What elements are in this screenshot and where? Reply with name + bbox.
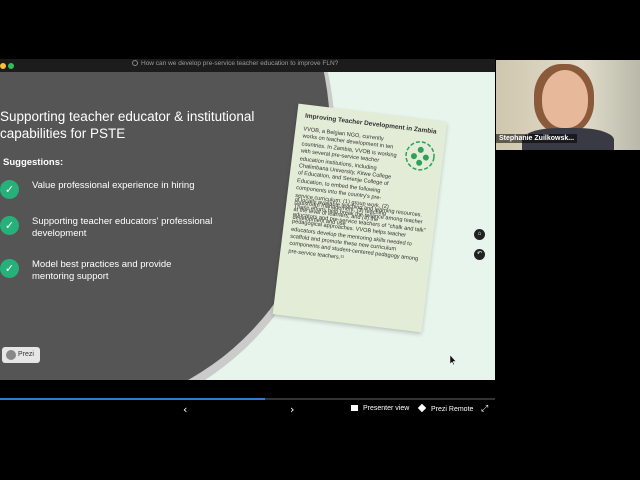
remote-icon <box>417 403 427 413</box>
presenter-view-label: Presenter view <box>363 405 410 412</box>
prezi-logo-icon <box>6 350 16 360</box>
check-icon: ✓ <box>0 259 19 278</box>
group-of-people-icon <box>405 141 435 171</box>
expand-icon[interactable]: ⤢ <box>481 404 488 414</box>
home-icon[interactable]: ⌂ <box>474 229 485 240</box>
prezi-badge-label: Prezi <box>18 351 34 358</box>
participant-name: Stephanie Zuilkowsk... <box>496 134 578 143</box>
progress-bar[interactable] <box>0 398 495 400</box>
webcam-person-face <box>542 70 588 128</box>
check-icon: ✓ <box>0 180 19 199</box>
suggestion-text: Model best practices and provide mentori… <box>32 259 172 282</box>
webcam-video: Stephanie Zuilkowsk... <box>496 60 640 150</box>
suggestions-label: Suggestions: <box>3 157 64 168</box>
presenter-view-button[interactable]: Presenter view <box>351 405 409 412</box>
progress-fill <box>0 398 265 400</box>
card-body-bottom: of locally available teaching and learni… <box>288 196 426 263</box>
presentation-controls: ‹ › Presenter view Prezi Remote ⤢ <box>0 401 495 420</box>
window-title-text: How can we develop pre-service teacher e… <box>141 60 339 67</box>
presenter-icon <box>351 405 358 411</box>
window-title: How can we develop pre-service teacher e… <box>132 60 338 67</box>
globe-icon <box>132 60 138 66</box>
presentation-slide: Supporting teacher educator & institutio… <box>0 72 495 380</box>
prezi-remote-button[interactable]: Prezi Remote <box>417 403 474 413</box>
mouse-cursor-icon <box>450 355 456 365</box>
case-study-card: Improving Teacher Development in Zambia … <box>272 103 448 333</box>
check-icon: ✓ <box>0 216 19 235</box>
zoom-dot[interactable] <box>8 63 14 69</box>
chevron-right-icon[interactable]: › <box>290 403 294 416</box>
slide-title: Supporting teacher educator & institutio… <box>0 109 255 141</box>
suggestion-text: Value professional experience in hiring <box>32 180 195 191</box>
chevron-left-icon[interactable]: ‹ <box>183 403 187 416</box>
suggestion-text: Supporting teacher educators' profession… <box>32 216 213 239</box>
prezi-badge[interactable]: Prezi <box>2 347 40 363</box>
window-title-bar: How can we develop pre-service teacher e… <box>0 59 495 72</box>
minimize-dot[interactable] <box>0 63 6 69</box>
back-icon[interactable]: ↶ <box>474 249 485 260</box>
prezi-remote-label: Prezi Remote <box>431 406 474 413</box>
